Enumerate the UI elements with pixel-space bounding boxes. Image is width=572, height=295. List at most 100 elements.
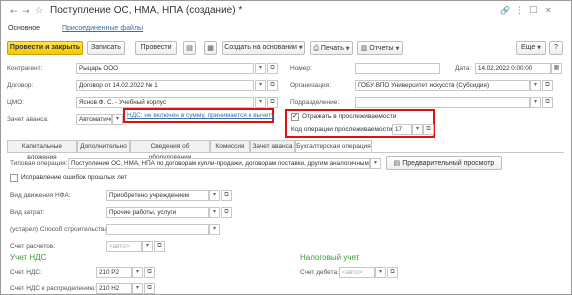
star-icon[interactable]: ☆ (35, 6, 43, 16)
number-label: Номер: (290, 65, 312, 72)
fix-errors-label: Исправление ошибок прошлых лет (21, 174, 128, 181)
open-icon: ⧉ (390, 269, 395, 275)
operation-dropdown[interactable]: ▾ (370, 158, 381, 169)
calendar-button[interactable]: ▦ (551, 63, 562, 74)
vat-distr-dropdown[interactable]: ▾ (132, 283, 143, 294)
open-icon: ⧉ (426, 126, 431, 132)
back-arrow-icon[interactable]: ← (10, 7, 18, 17)
debit-field[interactable]: <авто> (339, 267, 375, 278)
contract-field[interactable]: Договор от 14.02.2022 № 1 (76, 80, 254, 91)
contractor-dropdown[interactable]: ▾ (255, 63, 266, 74)
contractor-open[interactable]: ⧉ (267, 63, 278, 74)
post-button[interactable]: Провести (135, 41, 177, 55)
reports-label: Отчеты (369, 45, 394, 52)
trace-code-dropdown[interactable]: ▾ (412, 124, 423, 135)
tab-attached-files[interactable]: Присоединенные файлы (62, 25, 143, 32)
reports-button[interactable]: ▥ Отчеты ▼ (357, 41, 403, 55)
open-icon: ⧉ (270, 65, 275, 71)
date-label: Дата: (455, 65, 472, 72)
open-icon: ⧉ (224, 209, 229, 215)
organization-open[interactable]: ⧉ (542, 80, 553, 91)
save-button[interactable]: Записать (87, 41, 125, 55)
operation-field[interactable]: Поступление ОС, НМА, НПА по договорам ку… (68, 158, 370, 169)
vat-account-dropdown[interactable]: ▾ (132, 267, 143, 278)
printer-icon: ⎙ (313, 44, 319, 52)
mol-open[interactable]: ⧉ (267, 97, 278, 108)
cost-open[interactable]: ⧉ (221, 207, 232, 218)
contractor-field[interactable]: Рыцарь ООО (76, 63, 254, 74)
date-field[interactable]: 14.02.2022 0:00:00 (475, 63, 551, 74)
close-icon[interactable]: ✕ (545, 6, 552, 15)
preview-button[interactable]: ▤ Предварительный просмотр (386, 156, 502, 170)
debit-open[interactable]: ⧉ (387, 267, 398, 278)
trace-code-open[interactable]: ⧉ (423, 124, 434, 135)
trace-checkbox[interactable]: ✓ (291, 113, 299, 121)
construction-dropdown[interactable]: ▾ (209, 224, 220, 235)
more-button[interactable]: Еще ▼ (516, 41, 546, 55)
journal-button[interactable]: ▤ (183, 41, 196, 55)
vat-link[interactable]: НДС: не включен в сумму, принимается к в… (127, 112, 274, 119)
attach-button[interactable]: ▦ (204, 41, 217, 55)
open-icon: ⧉ (545, 82, 550, 88)
open-icon: ⧉ (157, 243, 162, 249)
division-dropdown[interactable]: ▾ (530, 97, 541, 108)
help-button[interactable]: ? (549, 41, 563, 55)
tab-main[interactable]: Основное (8, 25, 40, 32)
tab-additional[interactable]: Дополнительно (77, 140, 130, 152)
open-icon: ⧉ (224, 192, 229, 198)
post-close-button[interactable]: Провести и закрыть (7, 41, 83, 55)
tabs-divider (7, 152, 564, 153)
tab-advance[interactable]: Зачет аванса (250, 140, 295, 152)
vat-distr-open[interactable]: ⧉ (144, 283, 155, 294)
chevron-down-icon: ▼ (298, 45, 303, 51)
open-icon: ⧉ (545, 99, 550, 105)
calendar-icon: ▦ (553, 65, 560, 71)
organization-dropdown[interactable]: ▾ (530, 80, 541, 91)
nfa-open[interactable]: ⧉ (221, 190, 232, 201)
print-label: Печать (320, 45, 344, 52)
fix-errors-checkbox[interactable] (10, 174, 18, 182)
mol-field[interactable]: Яснов Ф. С. - Учебный корпус (76, 97, 254, 108)
vat-distr-field[interactable]: 210 Н2 (96, 283, 132, 294)
division-open[interactable]: ⧉ (542, 97, 553, 108)
debit-label: Счет дебета: (300, 269, 339, 276)
debit-dropdown[interactable]: ▾ (375, 267, 386, 278)
advance-label: Зачет аванса: (7, 116, 49, 123)
division-field[interactable] (355, 97, 530, 108)
vat-account-field[interactable]: 210 Р2 (96, 267, 132, 278)
advance-dropdown[interactable]: ▾ (112, 114, 123, 125)
tab-equipment[interactable]: Сведения об оборудовании (130, 140, 210, 161)
nfa-field[interactable]: Приобретено учреждением (106, 190, 209, 201)
contract-label: Договор: (7, 82, 34, 89)
construction-label: (устарел) Способ строительства: (10, 226, 110, 233)
contract-dropdown[interactable]: ▾ (255, 80, 266, 91)
chevron-down-icon: ▼ (537, 45, 542, 51)
open-icon: ⧉ (147, 269, 152, 275)
number-field[interactable] (355, 63, 440, 74)
cost-label: Вид затрат: (10, 209, 45, 216)
vat-distr-label: Счет НДС к распределению: (10, 285, 97, 292)
maximize-icon[interactable]: □ (529, 5, 538, 15)
open-icon: ⧉ (147, 285, 152, 291)
cost-field[interactable]: Прочие работы, услуги (106, 207, 209, 218)
advance-field[interactable]: Автоматически (76, 114, 112, 125)
tab-capital[interactable]: Капитальные вложения (7, 140, 77, 161)
cost-dropdown[interactable]: ▾ (209, 207, 220, 218)
organization-field[interactable]: ГОБУ ВПО Университет искусств (Субсидия) (355, 80, 530, 91)
construction-field[interactable] (106, 224, 209, 235)
settlement-dropdown[interactable]: ▾ (142, 241, 153, 252)
nfa-dropdown[interactable]: ▾ (209, 190, 220, 201)
settlement-field[interactable]: <авто> (106, 241, 142, 252)
more-label: Еще (520, 44, 536, 51)
tab-commission[interactable]: Комиссия (210, 140, 250, 152)
vat-account-open[interactable]: ⧉ (144, 267, 155, 278)
link-icon[interactable]: 🔗 (500, 6, 510, 15)
trace-code-field[interactable]: 17 (392, 124, 412, 135)
more-vertical-icon[interactable]: ⋮ (515, 6, 524, 16)
create-based-button[interactable]: Создать на основании ▼ (222, 41, 305, 55)
contract-open[interactable]: ⧉ (267, 80, 278, 91)
forward-arrow-icon[interactable]: → (22, 7, 30, 17)
print-button[interactable]: ⎙ Печать ▼ (310, 41, 353, 55)
mol-dropdown[interactable]: ▾ (255, 97, 266, 108)
settlement-open[interactable]: ⧉ (154, 241, 165, 252)
